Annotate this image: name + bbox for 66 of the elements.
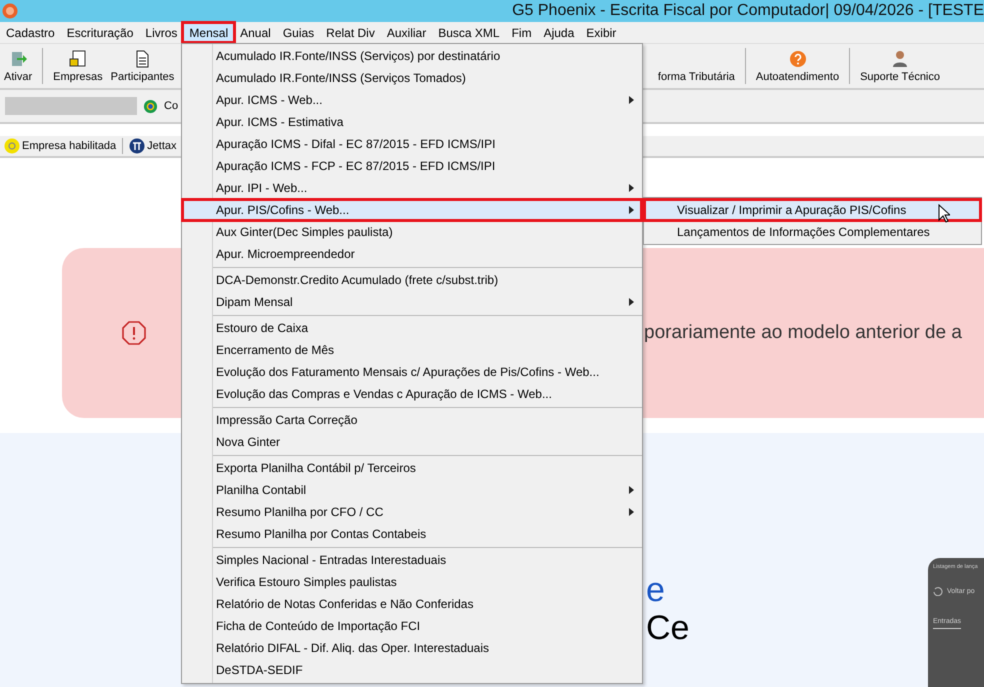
menu-item[interactable]: Fim — [506, 23, 538, 42]
menu-entry[interactable]: Resumo Planilha por CFO / CC — [182, 501, 642, 523]
company-field[interactable] — [5, 97, 137, 115]
person-icon — [891, 50, 910, 68]
badge-icon — [4, 138, 20, 154]
warning-icon — [122, 321, 146, 345]
menu-entry[interactable]: DCA-Demonstr.Credito Acumulado (frete c/subst.trib) — [182, 269, 642, 291]
menu-entry[interactable]: DeSTDA-SEDIF — [182, 659, 642, 681]
toolbar-button[interactable]: Suporte Técnico — [856, 50, 944, 82]
menu-entry[interactable]: Apur. Microempreendedor — [182, 243, 642, 265]
menu-entry[interactable]: Relatório DIFAL - Dif. Aliq. das Oper. Interestaduais — [182, 637, 642, 659]
menu-entry[interactable]: Planilha Contabil — [182, 479, 642, 501]
menu-item[interactable]: Exibir — [580, 23, 622, 42]
menu-entry[interactable]: Ficha de Conteúdo de Importação FCI — [182, 615, 642, 637]
menu-entry[interactable]: Apuração ICMS - Difal - EC 87/2015 - EFD ICMS/IPI — [182, 133, 642, 155]
alert-text: porariamente ao modelo anterior de a — [644, 322, 962, 344]
window-title: G5 Phoenix - Escrita Fiscal por Computador| 09/04/2026 - [TESTE — [511, 2, 984, 20]
menu-entry[interactable]: Acumulado IR.Fonte/INSS (Serviços) por destinatário — [182, 45, 642, 67]
activate-icon — [9, 50, 28, 68]
menu-item[interactable]: Guias — [276, 23, 320, 42]
menu-entry[interactable]: Aux Ginter(Dec Simples paulista) — [182, 221, 642, 243]
menu-entry[interactable]: Simples Nacional - Entradas Interestaduais — [182, 549, 642, 571]
menu-entry[interactable]: Exporta Planilha Contábil p/ Terceiros — [182, 457, 642, 479]
page-heading: Ce — [646, 609, 690, 647]
menu-entry[interactable]: Apur. IPI - Web... — [182, 177, 642, 199]
menu-entry[interactable]: Apur. PIS/Cofins - Web... — [182, 199, 642, 221]
menu-item[interactable]: Auxiliar — [380, 23, 432, 42]
menu-entry[interactable]: Visualizar / Imprimir a Apuração PIS/Cofins — [644, 199, 981, 221]
menu-item[interactable]: Livros — [139, 23, 184, 42]
undo-icon — [933, 586, 943, 596]
menu-item[interactable]: Mensal — [183, 23, 234, 42]
menu-entry[interactable]: Nova Ginter — [182, 431, 642, 453]
menu-item[interactable]: Anual — [234, 23, 277, 42]
mouse-cursor-icon — [938, 204, 950, 223]
menu-entry[interactable]: Lançamentos de Informações Complementares — [644, 221, 981, 243]
menu-entry[interactable]: Evolução das Compras e Vendas c Apuração de ICMS - Web... — [182, 383, 642, 405]
toolbar-button[interactable]: Autoatendimento — [752, 50, 844, 82]
menu-item[interactable]: Ajuda — [538, 23, 580, 42]
help-icon — [788, 50, 806, 68]
menu-item[interactable]: Escrituração — [60, 23, 140, 42]
menu-entry[interactable]: Acumulado IR.Fonte/INSS (Serviços Tomados) — [182, 67, 642, 89]
menu-entry[interactable]: Verifica Estouro Simples paulistas — [182, 571, 642, 593]
status-label: Jettax — [147, 140, 177, 152]
menu-entry[interactable]: Estouro de Caixa — [182, 317, 642, 339]
company-label: Co — [164, 100, 178, 112]
menu-entry[interactable]: Apur. ICMS - Web... — [182, 89, 642, 111]
page-heading: e — [646, 571, 665, 609]
toolbar-button[interactable]: Ativar — [0, 50, 36, 82]
menu-entry[interactable]: Apur. ICMS - Estimativa — [182, 111, 642, 133]
menu-entry[interactable]: Relatório de Notas Conferidas e Não Conferidas — [182, 593, 642, 615]
menu-entry[interactable]: Evolução dos Faturamento Mensais c/ Apurações de Pis/Cofins - Web... — [182, 361, 642, 383]
toolbar-button[interactable]: Empresas — [49, 50, 107, 82]
menu-item[interactable]: Relat Div — [320, 23, 381, 42]
menu-entry[interactable]: Encerramento de Mês — [182, 339, 642, 361]
app-logo-icon — [2, 3, 18, 19]
toolbar-button[interactable]: Participantes — [106, 50, 178, 82]
menu-entry[interactable]: Apuração ICMS - FCP - EC 87/2015 - EFD ICMS/IPI — [182, 155, 642, 177]
building-icon — [68, 50, 87, 68]
pi-icon — [129, 138, 146, 154]
menu-entry[interactable]: Resumo Planilha por Contas Contabeis — [182, 523, 642, 545]
toolbar-button[interactable]: forma Tributária — [654, 50, 739, 82]
menu-item[interactable]: Cadastro — [0, 23, 61, 42]
status-label: Empresa habilitada — [22, 140, 116, 152]
menu-entry[interactable]: Dipam Mensal — [182, 291, 642, 313]
menu-entry[interactable]: Impressão Carta Correção — [182, 409, 642, 431]
menu-item[interactable]: Busca XML — [432, 23, 506, 42]
